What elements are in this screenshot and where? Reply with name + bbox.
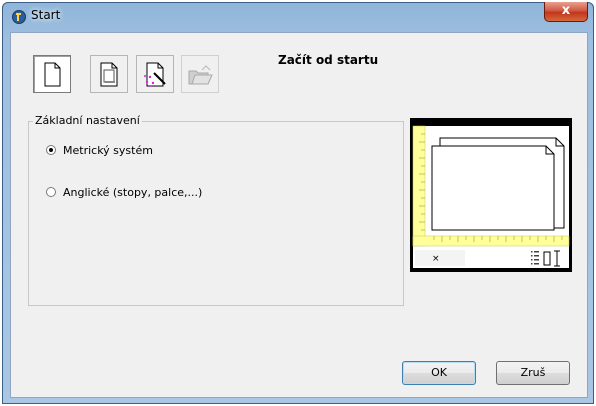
cancel-button[interactable]: Zruš [496,361,570,385]
radio-label-metric: Metrický systém [63,144,153,157]
coordinate-field [415,250,465,266]
ok-button[interactable]: OK [402,361,476,385]
title-bar[interactable]: Start x [2,2,594,32]
start-dialog-window: Start x Začít od startu Základní nastave… [2,2,594,404]
vertical-ruler [412,125,426,247]
front-sheet [431,145,555,231]
coordinate-marker: × [432,254,440,264]
template-page-icon [100,62,118,87]
horizontal-ruler [412,235,570,247]
close-button[interactable]: x [544,2,588,22]
blank-page-icon [44,62,61,87]
wizard-wand-icon [144,62,166,87]
radio-button-metric[interactable] [46,145,56,155]
use-template-button[interactable] [90,55,128,93]
basic-settings-group: Základní nastavení Metrický systém Angli… [28,114,404,306]
folder-icon [188,65,213,85]
window-title: Start [31,8,61,22]
start-from-scratch-button[interactable] [33,55,71,93]
drawing-preview: × [410,118,572,272]
close-icon: x [561,3,571,18]
use-wizard-button[interactable] [136,55,174,93]
radio-selected-dot [49,148,53,152]
radio-label-imperial: Anglické (stopy, palce,...) [63,186,203,199]
app-icon [12,10,26,24]
open-drawing-button[interactable] [181,55,219,93]
radio-button-imperial[interactable] [46,187,56,197]
dialog-client-area: Začít od startu Základní nastavení Metri… [10,32,588,398]
page-heading: Začít od startu [278,53,379,67]
preview-graphic: × [412,125,570,268]
group-label: Základní nastavení [33,114,142,127]
